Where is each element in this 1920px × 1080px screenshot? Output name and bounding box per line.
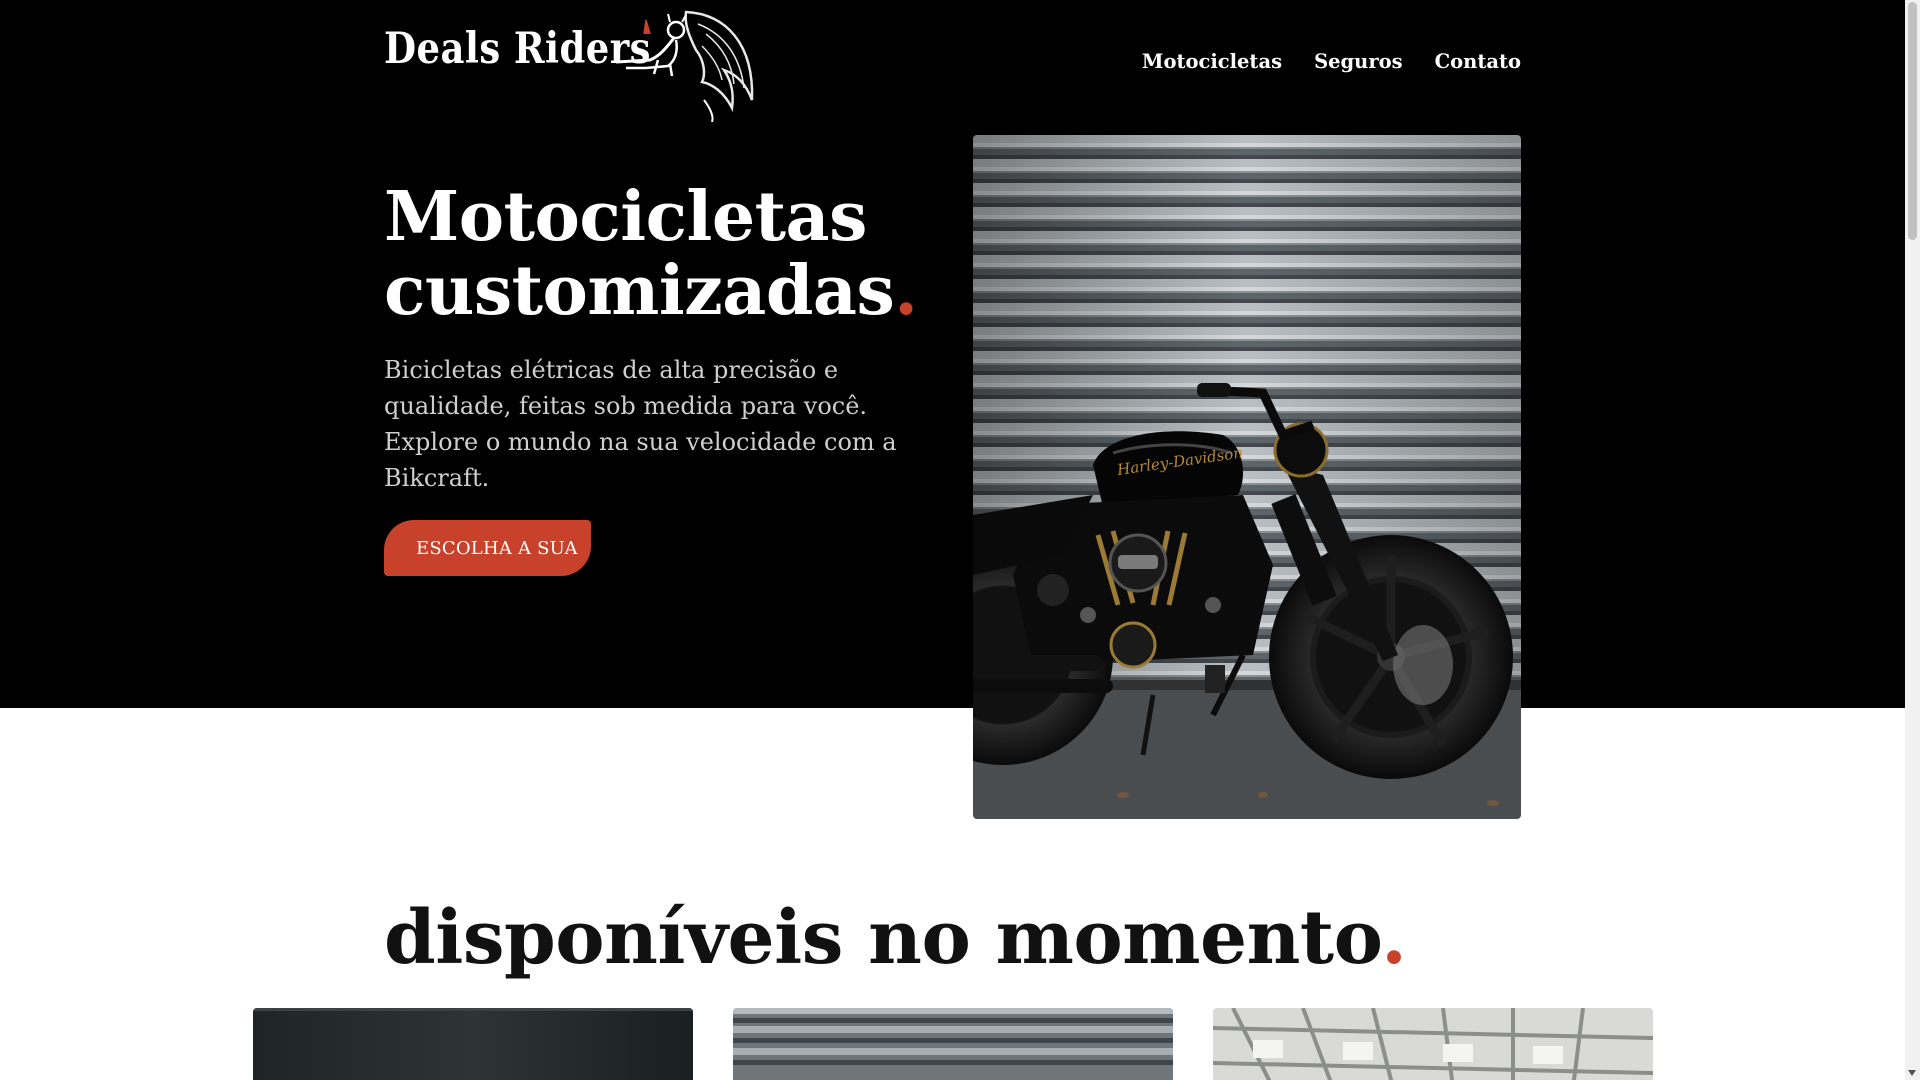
page-scrollbar[interactable] xyxy=(1905,0,1920,1080)
main-nav: Motocicletas Seguros Contato xyxy=(1142,50,1521,73)
site-header: Deals Riders Motocicletas Seguros Contat… xyxy=(0,0,1905,128)
section-title-dot: . xyxy=(1381,895,1407,981)
nav-link-contato[interactable]: Contato xyxy=(1435,50,1521,73)
section-title: disponíveis no momento. xyxy=(384,890,1407,986)
product-card-image-3[interactable] xyxy=(1213,1008,1653,1080)
section-title-text: disponíveis no momento xyxy=(384,895,1382,981)
motorcycle-photo: Harley-Davidson xyxy=(973,135,1521,819)
hero-title: Motocicletas customizadas. xyxy=(384,180,924,328)
product-cards xyxy=(253,1008,1653,1080)
hero-title-line1: Motocicletas xyxy=(384,177,867,257)
hero-description: Bicicletas elétricas de alta precisão e … xyxy=(384,352,944,496)
hero-title-dot: . xyxy=(894,251,918,331)
site-logo[interactable]: Deals Riders xyxy=(384,0,756,128)
hero-title-line2: customizadas xyxy=(384,251,895,331)
product-card-image-1[interactable] xyxy=(253,1008,693,1080)
hero-description-line1: Bicicletas elétricas de alta precisão e … xyxy=(384,356,868,420)
hero-description-line2: Explore o mundo na sua velocidade com a … xyxy=(384,428,897,492)
escolha-a-sua-button[interactable]: ESCOLHA A SUA xyxy=(384,520,591,576)
nav-link-seguros[interactable]: Seguros xyxy=(1314,50,1403,73)
product-card-image-2[interactable] xyxy=(733,1008,1173,1080)
scrollbar-thumb[interactable] xyxy=(1908,2,1917,240)
nav-link-motocicletas[interactable]: Motocicletas xyxy=(1142,50,1282,73)
chevron-down-icon[interactable] xyxy=(1908,1070,1916,1076)
hero-section: Motocicletas customizadas. Bicicletas el… xyxy=(0,128,1905,708)
devil-mascot-icon xyxy=(615,10,754,122)
